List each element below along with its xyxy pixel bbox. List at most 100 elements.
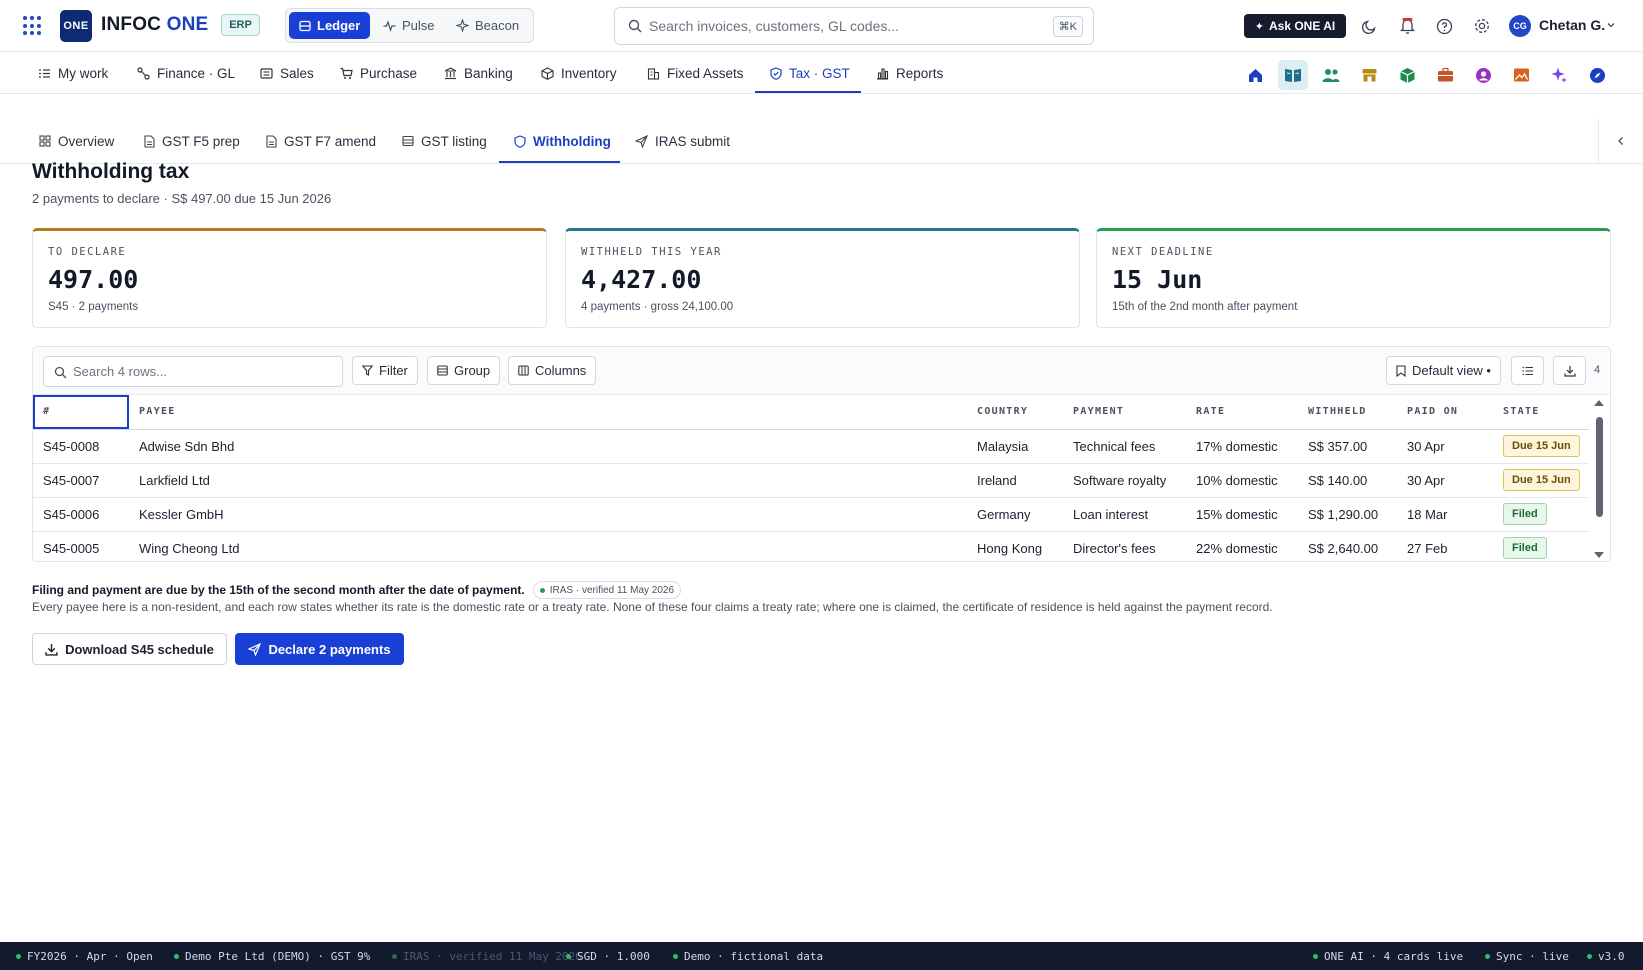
status-ai[interactable]: ONE AI · 4 cards live [1313,950,1463,963]
cell-payment: Technical fees [1063,429,1186,464]
compass-icon[interactable] [1582,60,1612,90]
table-row[interactable]: S45-0005 Wing Cheong Ltd Hong Kong Direc… [33,531,1589,561]
cell-payment: Software royalty [1063,463,1186,498]
nav-tax-gst[interactable]: Tax · GST [770,52,850,94]
table-search-input[interactable]: Search 4 rows... [43,356,343,387]
columns-button[interactable]: Columns [508,356,597,385]
note-headline: Filing and payment are due by the 15th o… [32,583,525,597]
tab-gst-f7-amend[interactable]: GST F7 amend [266,119,376,163]
chevron-down-icon[interactable] [1606,20,1616,30]
image-icon[interactable] [1506,60,1536,90]
status-entity[interactable]: Demo Pte Ltd (DEMO) · GST 9% [174,950,370,963]
cell-withheld: S$ 140.00 [1298,463,1397,498]
withholding-table-panel: Search 4 rows... Filter Group Columns De… [32,346,1611,562]
density-button[interactable] [1511,356,1544,385]
kpi-note: 15th of the 2nd month after payment [1112,301,1298,313]
group-icon [437,365,448,376]
collapse-panel-button[interactable] [1598,119,1643,163]
tab-withholding[interactable]: Withholding [514,119,611,163]
sparkle-app-icon[interactable] [1544,60,1574,90]
export-button[interactable] [1553,356,1586,385]
nav-reports[interactable]: Reports [876,52,943,94]
filter-button[interactable]: Filter [352,356,418,385]
cube-icon[interactable] [1392,60,1422,90]
column-header-paid-on[interactable]: PAID ON [1397,395,1493,430]
book-icon[interactable] [1278,60,1308,90]
column-header-withheld[interactable]: WITHHELD [1298,395,1397,430]
table-row[interactable]: S45-0008 Adwise Sdn Bhd Malaysia Technic… [33,429,1589,464]
cell-id: S45-0006 [33,497,129,532]
user-name[interactable]: Chetan G. [1539,17,1605,33]
table-row[interactable]: S45-0006 Kessler GmbH Germany Loan inter… [33,497,1589,532]
tab-overview[interactable]: Overview [39,119,114,163]
global-search-input[interactable]: Search invoices, customers, GL codes... … [614,7,1094,45]
shield-icon [514,134,526,148]
status-sync[interactable]: Sync · live [1485,950,1569,963]
download-s45-schedule-button[interactable]: Download S45 schedule [32,633,227,665]
bookmark-icon [1396,364,1406,377]
cell-state: Filed [1493,531,1589,561]
tab-gst-f5-prep[interactable]: GST F5 prep [144,119,240,163]
kpi-note: S45 · 2 payments [48,301,139,313]
column-header-payment[interactable]: PAYMENT [1063,395,1186,430]
cell-paid-on: 27 Feb [1397,531,1493,561]
column-header-rate[interactable]: RATE [1186,395,1298,430]
column-header-state[interactable]: STATE [1493,395,1589,430]
cell-country: Germany [967,497,1063,532]
table-row[interactable]: S45-0007 Larkfield Ltd Ireland Software … [33,463,1589,498]
dark-mode-icon[interactable] [1359,16,1379,36]
erp-badge: ERP [221,14,260,36]
cell-rate: 10% domestic [1186,463,1298,498]
nav-fixed-assets[interactable]: Fixed Assets [647,52,744,94]
notification-icon[interactable] [1397,16,1417,36]
nav-my-work[interactable]: My work [38,52,108,94]
tab-gst-listing[interactable]: GST listing [402,119,487,163]
nav-purchase[interactable]: Purchase [340,52,417,94]
settings-gear-icon[interactable] [1472,16,1492,36]
cell-payee: Kessler GmbH [129,497,967,532]
group-button[interactable]: Group [427,356,501,385]
cell-payee: Adwise Sdn Bhd [129,429,967,464]
withholding-table: # PAYEE COUNTRY PAYMENT RATE WITHHELD PA… [33,395,1589,561]
nav-finance-gl[interactable]: Finance · GL [137,52,235,94]
scroll-up-icon[interactable] [1593,399,1605,407]
saved-view-button[interactable]: Default view • [1386,356,1501,385]
table-header-row: # PAYEE COUNTRY PAYMENT RATE WITHHELD PA… [33,395,1589,430]
mode-pulse-button[interactable]: Pulse [373,12,445,39]
people-icon[interactable] [1316,60,1346,90]
note-body: Every payee here is a non-resident, and … [32,600,1273,614]
table-scrollbar[interactable] [1593,399,1605,559]
nav-sales[interactable]: Sales [260,52,314,94]
user-circle-icon[interactable] [1468,60,1498,90]
search-icon [54,366,67,379]
briefcase-icon[interactable] [1430,60,1460,90]
help-icon[interactable] [1434,16,1454,36]
column-header-payee[interactable]: PAYEE [129,395,967,430]
kpi-value: 497.00 [48,265,139,294]
receipt-icon [260,67,273,79]
logo[interactable]: ONE [60,10,92,42]
mode-beacon-button[interactable]: Beacon [446,12,529,39]
kpi-card-withheld-this-year: WITHHELD THIS YEAR 4,427.00 4 payments ·… [565,228,1080,328]
user-avatar[interactable]: CG [1509,15,1531,37]
mode-ledger-button[interactable]: Ledger [289,12,371,39]
module-nav: My work Finance · GL Sales Purchase Bank… [0,52,1643,94]
kpi-card-to-declare: TO DECLARE 497.00 S45 · 2 payments [32,228,547,328]
nav-banking[interactable]: Banking [444,52,513,94]
kpi-label: NEXT DEADLINE [1112,246,1214,258]
scroll-down-icon[interactable] [1593,551,1605,559]
column-header-id[interactable]: # [33,395,129,430]
column-header-country[interactable]: COUNTRY [967,395,1063,430]
nav-inventory[interactable]: Inventory [541,52,617,94]
home-icon[interactable] [1240,60,1270,90]
ask-ai-button[interactable]: ✦ Ask ONE AI [1244,14,1346,38]
status-currency[interactable]: SGD · 1.000 [566,950,650,963]
cell-rate: 15% domestic [1186,497,1298,532]
declare-payments-button[interactable]: Declare 2 payments [235,633,404,665]
status-fiscal-year[interactable]: FY2026 · Apr · Open [16,950,153,963]
page-subtitle: 2 payments to declare · S$ 497.00 due 15… [32,191,332,206]
scroll-thumb[interactable] [1596,417,1603,517]
app-launcher-icon[interactable] [23,16,43,36]
store-icon[interactable] [1354,60,1384,90]
tab-iras-submit[interactable]: IRAS submit [635,119,730,163]
